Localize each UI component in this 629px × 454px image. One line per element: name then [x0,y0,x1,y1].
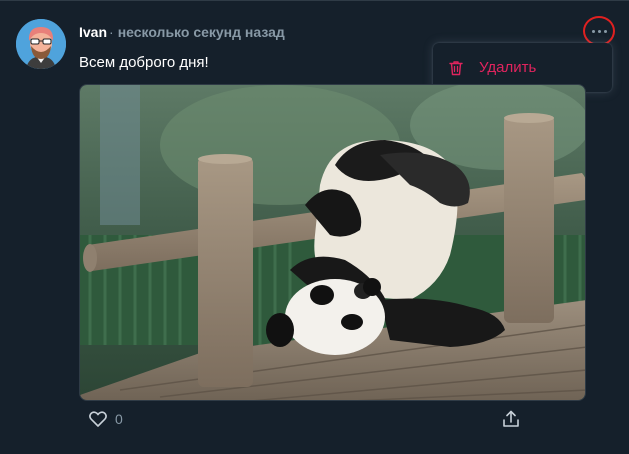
like-button[interactable] [88,409,108,429]
post-text: Всем доброго дня! [79,54,209,71]
post-header: Ivan · несколько секунд назад [79,24,285,40]
post-card: Ivan · несколько секунд назад Всем доброго… [0,0,629,454]
avatar-image [16,19,66,69]
heart-icon [89,411,107,427]
post-timestamp[interactable]: несколько секунд назад [118,24,285,40]
share-button[interactable] [501,409,521,429]
more-dots-icon [591,29,607,33]
share-icon [503,410,519,427]
post-image[interactable] [79,84,586,401]
trash-icon [449,61,463,76]
delete-label: Удалить [479,59,537,76]
header-separator: · [109,24,114,40]
author-name[interactable]: Ivan [79,24,107,40]
more-options-button[interactable] [583,16,615,46]
avatar[interactable] [16,19,66,69]
like-count: 0 [115,411,123,427]
panda-photo [80,85,585,400]
